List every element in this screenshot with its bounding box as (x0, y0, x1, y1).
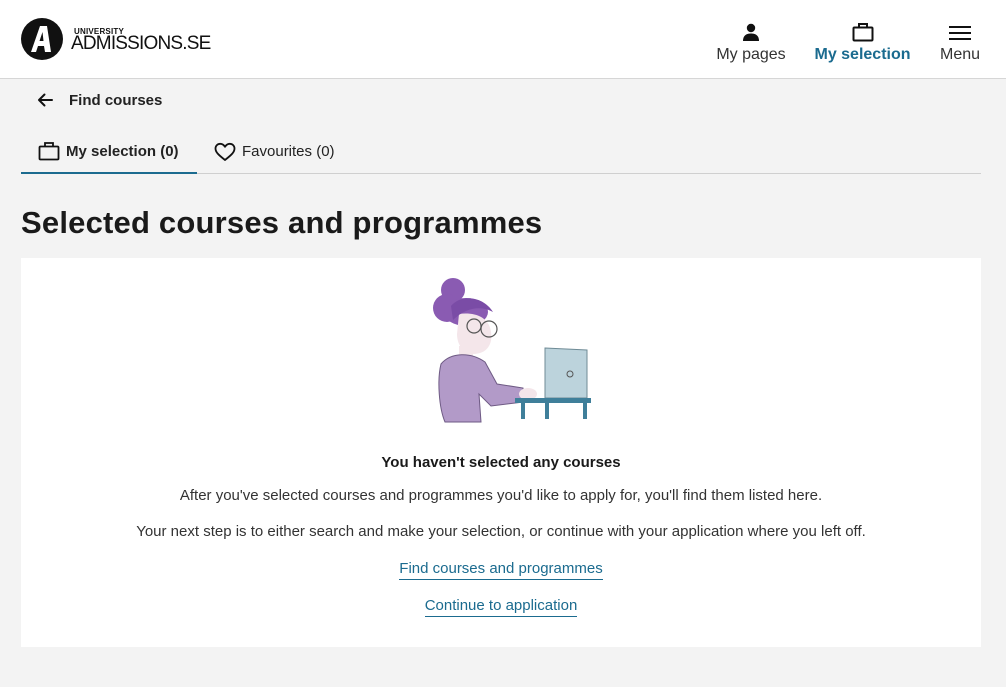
person-icon (743, 23, 759, 41)
empty-selection-card: You haven't selected any courses After y… (21, 258, 981, 647)
nav-menu-label: Menu (939, 46, 981, 63)
selection-tabs: My selection (0) Favourites (0) (21, 130, 981, 174)
back-label: Find courses (69, 91, 163, 109)
empty-state-title: You haven't selected any courses (381, 454, 621, 471)
tab-my-selection-label: My selection (0) (66, 142, 179, 160)
find-courses-link-row: Find courses and programmes (21, 560, 981, 580)
briefcase-icon (38, 142, 60, 161)
nav-my-pages[interactable]: My pages (712, 22, 790, 64)
empty-state-text-1: After you've selected courses and progra… (179, 487, 823, 504)
find-courses-link[interactable]: Find courses and programmes (399, 560, 603, 580)
nav-menu[interactable]: Menu (936, 22, 984, 64)
tab-favourites[interactable]: Favourites (0) (214, 130, 335, 173)
continue-to-application-link[interactable]: Continue to application (424, 597, 578, 617)
nav-my-selection-label: My selection (814, 46, 911, 63)
site-logo[interactable]: UNIVERSITY ADMISSIONS.SE (21, 18, 211, 62)
continue-application-link-row: Continue to application (21, 597, 981, 617)
back-to-find-courses[interactable]: Find courses (36, 91, 162, 109)
hamburger-icon (949, 26, 971, 40)
nav-my-selection[interactable]: My selection (814, 22, 911, 64)
briefcase-icon (852, 23, 873, 42)
tab-my-selection[interactable]: My selection (0) (21, 130, 197, 174)
heart-icon (214, 142, 236, 161)
logo-big-text: ADMISSIONS.SE (71, 33, 211, 54)
tab-favourites-label: Favourites (0) (242, 143, 335, 160)
nav-my-pages-label: My pages (716, 46, 786, 63)
logo-a-icon (21, 18, 63, 60)
person-at-laptop-illustration (433, 278, 591, 423)
site-header: UNIVERSITY ADMISSIONS.SE My pages My sel… (0, 0, 1006, 79)
arrow-left-icon (38, 93, 53, 107)
page-title: Selected courses and programmes (21, 205, 543, 240)
empty-state-text-2: Your next step is to either search and m… (136, 523, 866, 540)
